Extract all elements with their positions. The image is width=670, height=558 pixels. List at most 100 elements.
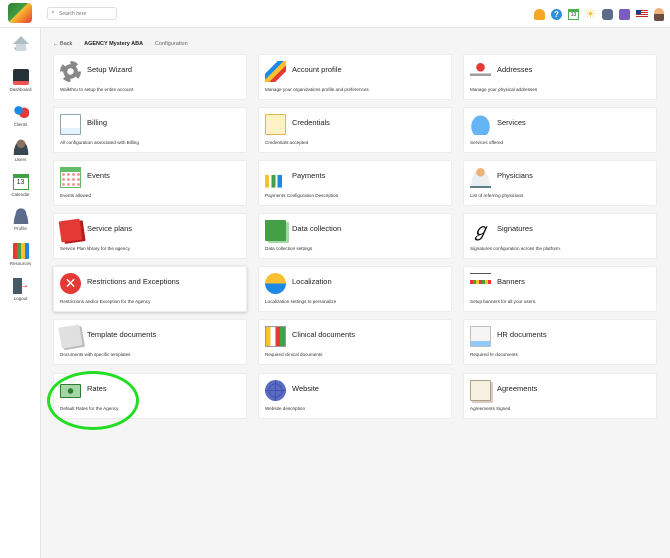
card-credentials[interactable]: Credentials Credentials accepted [258, 107, 452, 153]
card-signatures[interactable]: ℊ Signatures Signatures configuration ac… [463, 213, 657, 259]
template-icon [58, 324, 83, 349]
search-box[interactable]: ⌕ [47, 7, 117, 20]
payments-icon [265, 167, 286, 188]
card-title: Template documents [87, 330, 157, 339]
sidebar-item-dashboard[interactable]: Dashboard [0, 66, 41, 100]
card-description: All configuration associated with Billin… [60, 140, 139, 145]
data-collection-icon [265, 220, 286, 241]
card-title: Payments [292, 171, 326, 180]
card-description: Website description [265, 406, 306, 411]
back-link[interactable]: ← Back [53, 41, 72, 47]
card-events[interactable]: Events Events allowed [53, 160, 247, 206]
card-localization[interactable]: Localization Localization settings to pe… [258, 266, 452, 312]
card-billing[interactable]: Billing All configuration associated wit… [53, 107, 247, 153]
card-description: Payments Configuration Description [265, 193, 339, 198]
sidebar-item-profile[interactable]: Profile [0, 205, 41, 239]
logout-icon [12, 278, 30, 294]
card-title: Rates [87, 384, 107, 393]
card-title: Localization [292, 277, 332, 286]
user-avatar-icon[interactable] [654, 7, 664, 21]
agreement-icon [470, 380, 491, 401]
banner-icon [470, 273, 491, 294]
sidebar-item-label: Calendar [11, 192, 30, 197]
cloud-icon [470, 114, 491, 135]
breadcrumb-separator: · [148, 41, 150, 47]
sidebar-item-label: Users [14, 157, 27, 162]
card-description: Restrictions and/or Exception for the Ag… [60, 299, 151, 304]
money-icon [60, 384, 81, 398]
card-addresses[interactable]: Addresses Manage your physical addresses [463, 54, 657, 100]
sidebar-item-clients[interactable]: Clients [0, 101, 41, 135]
card-account-profile[interactable]: Account profile Manage your organization… [258, 54, 452, 100]
calendar-icon[interactable]: 13 [568, 8, 579, 20]
card-description: Default Rates for the Agency [60, 406, 119, 411]
card-description: Manage your organizations profile and pr… [265, 87, 369, 92]
card-title: Account profile [292, 65, 342, 74]
sidebar-item-resources[interactable]: Resources [0, 240, 41, 274]
card-description: Credentials accepted [265, 140, 309, 145]
sun-icon[interactable]: ☀ [585, 8, 596, 20]
card-title: Clinical documents [292, 330, 355, 339]
gear-icon [60, 61, 81, 82]
lock-icon[interactable] [619, 8, 630, 20]
card-title: Billing [87, 118, 108, 127]
home-icon [12, 36, 29, 51]
breadcrumb-agency[interactable]: AGENCY Mystery ABA [84, 41, 143, 47]
bell-icon[interactable] [534, 8, 545, 20]
sidebar-item-label: Clients [13, 122, 28, 127]
card-template-documents[interactable]: Template documents Documents with specif… [53, 319, 247, 365]
card-physicians[interactable]: Physicians List of referring physicians [463, 160, 657, 206]
card-payments[interactable]: Payments Payments Configuration Descript… [258, 160, 452, 206]
top-bar: ⌕ ? 13 ☀ [0, 0, 670, 28]
sidebar-item-label: Profile [14, 226, 27, 231]
card-restrictions[interactable]: ✕ Restrictions and Exceptions Restrictio… [53, 266, 247, 312]
card-description: Localization settings to personalize [265, 299, 337, 304]
card-description: Data collection settings [265, 246, 313, 251]
calendar-icon: 13 [12, 174, 29, 190]
card-data-collection[interactable]: Data collection Data collection settings [258, 213, 452, 259]
app-logo[interactable] [8, 3, 32, 23]
card-title: Data collection [292, 224, 342, 233]
card-rates[interactable]: Rates Default Rates for the Agency [53, 373, 247, 419]
card-clinical-documents[interactable]: Clinical documents Required clinical doc… [258, 319, 452, 365]
card-description: Service Plan library for the agency [60, 246, 130, 251]
card-setup-wizard[interactable]: Setup Wizard Walkthru to setup the entir… [53, 54, 247, 100]
card-description: Required clinical documents [265, 352, 323, 357]
help-icon[interactable]: ? [551, 8, 562, 20]
card-description: Agreements Signed [470, 406, 511, 411]
card-agreements[interactable]: Agreements Agreements Signed [463, 373, 657, 419]
card-description: Services offered [470, 140, 504, 145]
card-description: Required hr documents [470, 352, 518, 357]
sidebar-item-label: Dashboard [9, 87, 32, 92]
sidebar-item-logout[interactable]: Logout [0, 275, 41, 309]
card-hr-documents[interactable]: HR documents Required hr documents [463, 319, 657, 365]
database-icon[interactable] [602, 8, 613, 20]
profile-icon [12, 208, 29, 224]
globe-icon [265, 273, 286, 294]
sidebar-item-calendar[interactable]: 13 Calendar [0, 171, 41, 205]
search-input[interactable] [59, 9, 114, 19]
sidebar-item-label: Logout [13, 296, 28, 301]
us-flag-icon[interactable] [636, 10, 648, 18]
service-plans-icon [58, 218, 83, 243]
card-title: Events [87, 171, 110, 180]
doctor-icon [470, 167, 491, 188]
website-globe-icon [265, 380, 286, 401]
breadcrumb-current: Configuration [154, 41, 188, 47]
breadcrumb: ← Back · AGENCY Mystery ABA · Configurat… [53, 39, 188, 49]
card-title: Service plans [87, 224, 133, 233]
card-title: Banners [497, 277, 525, 286]
billing-icon [60, 114, 81, 135]
card-services[interactable]: Services Services offered [463, 107, 657, 153]
card-website[interactable]: Website Website description [258, 373, 452, 419]
card-service-plans[interactable]: Service plans Service Plan library for t… [53, 213, 247, 259]
sidebar-item-home[interactable]: Home [0, 31, 41, 65]
sidebar-item-users[interactable]: Users [0, 136, 41, 170]
card-banners[interactable]: Banners Setup banners for all your users… [463, 266, 657, 312]
card-description: Setup banners for all your users. [470, 299, 537, 304]
card-title: Addresses [497, 65, 533, 74]
sidebar: Home Dashboard Clients Users 13 Calendar… [0, 28, 41, 558]
card-description: Documents with specific templates [60, 352, 131, 357]
map-pin-icon [470, 61, 491, 82]
breadcrumb-separator: · [77, 41, 80, 47]
